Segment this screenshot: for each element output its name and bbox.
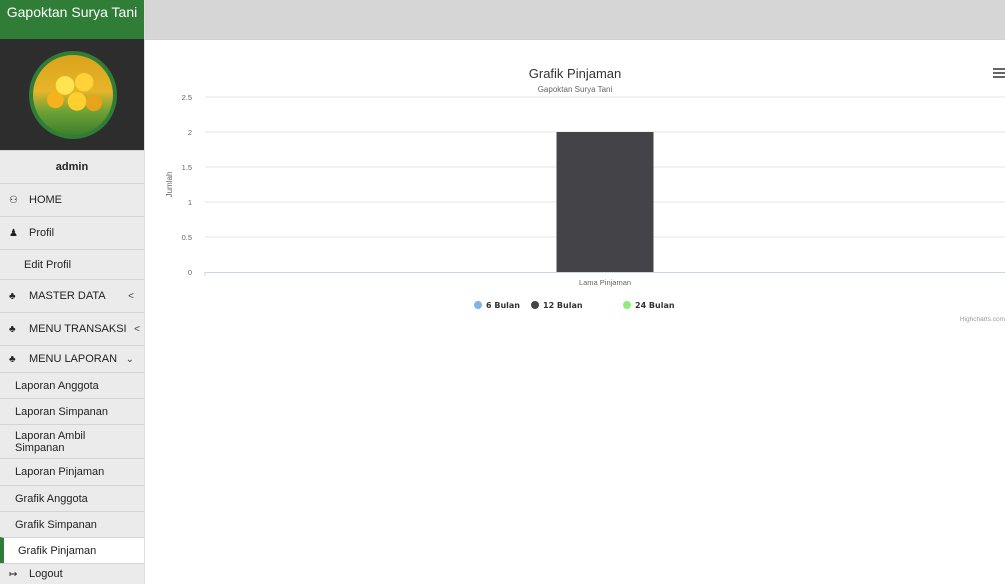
avatar-panel [0, 39, 144, 150]
sidebar-item-master-data[interactable]: ♣ MASTER DATA < [0, 279, 144, 312]
sidebar: Gapoktan Surya Tani admin ⚇ HOME ♟ Profi… [0, 0, 145, 584]
sidebar-item-edit-profil[interactable]: Edit Profil [0, 249, 144, 279]
sidebar-subitem-grafik-anggota[interactable]: Grafik Anggota [0, 485, 144, 511]
sitemap-icon: ♣ [9, 323, 16, 335]
sidebar-subitem-laporan-simpanan[interactable]: Laporan Simpanan [0, 398, 144, 424]
top-navbar [145, 0, 1005, 40]
sitemap-icon: ♣ [9, 353, 16, 365]
legend-item: 12 Bulan [543, 301, 583, 310]
chart-subtitle: Gapoktan Surya Tani [538, 85, 613, 94]
sidebar-item-label: MENU LAPORAN [29, 353, 118, 365]
legend-marker [474, 301, 482, 309]
chart-menu-icon[interactable] [993, 68, 1005, 78]
sidebar-item-label: MENU TRANSAKSI [29, 323, 127, 335]
sidebar-item-profil[interactable]: ♟ Profil [0, 216, 144, 249]
sidebar-item-logout[interactable]: ↦ Logout [0, 563, 144, 584]
bar-chart: Grafik Pinjaman Gapoktan Surya Tani 0 0.5 1 1… [165, 66, 1005, 323]
legend-item: 24 Bulan [635, 301, 675, 310]
x-tick-label: Lama Pinjaman [579, 278, 631, 287]
avatar [29, 51, 117, 139]
sidebar-item-label: Logout [29, 568, 63, 580]
sidebar-item-menu-transaksi[interactable]: ♣ MENU TRANSAKSI < [0, 312, 144, 345]
y-tick-label: 0.5 [182, 233, 192, 242]
sidebar-item-label: Profil [29, 227, 55, 239]
brand-title[interactable]: Gapoktan Surya Tani [0, 0, 144, 39]
sidebar-item-menu-laporan[interactable]: ♣ MENU LAPORAN ⌄ [0, 345, 144, 372]
chart-credits: Highcharts.com [960, 316, 1005, 323]
sidebar-item-label: HOME [29, 194, 62, 206]
chevron-left-icon: < [128, 290, 134, 302]
legend-item: 6 Bulan [486, 301, 520, 310]
sidebar-item-label: MASTER DATA [29, 290, 106, 302]
y-tick-label: 1 [188, 198, 192, 207]
sign-out-icon: ↦ [9, 568, 18, 580]
chevron-down-icon: ⌄ [125, 353, 134, 365]
y-tick-label: 0 [188, 268, 192, 277]
y-tick-label: 1.5 [182, 163, 192, 172]
user-name: admin [0, 150, 144, 183]
sidebar-subitem-laporan-ambil-simpanan[interactable]: Laporan Ambil Simpanan [0, 424, 144, 458]
sidebar-subitem-laporan-pinjaman[interactable]: Laporan Pinjaman [0, 458, 144, 485]
dashboard-icon: ⚇ [9, 194, 18, 206]
bar-12-bulan [556, 132, 654, 272]
sidebar-subitem-laporan-anggota[interactable]: Laporan Anggota [0, 372, 144, 398]
sitemap-icon: ♣ [9, 290, 16, 302]
y-axis-title: Jumlah [165, 172, 174, 198]
legend-marker [623, 301, 631, 309]
sidebar-subitem-grafik-pinjaman[interactable]: Grafik Pinjaman [0, 537, 144, 563]
y-tick-label: 2.5 [182, 93, 192, 102]
sidebar-subitem-grafik-simpanan[interactable]: Grafik Simpanan [0, 511, 144, 537]
user-icon: ♟ [9, 227, 18, 239]
sidebar-item-home[interactable]: ⚇ HOME [0, 183, 144, 216]
legend-marker [531, 301, 539, 309]
chart-title: Grafik Pinjaman [529, 66, 621, 81]
chart-container: Grafik Pinjaman Gapoktan Surya Tani 0 0.5 1 1… [145, 39, 1005, 329]
chevron-left-icon: < [134, 323, 140, 335]
y-tick-label: 2 [188, 128, 192, 137]
